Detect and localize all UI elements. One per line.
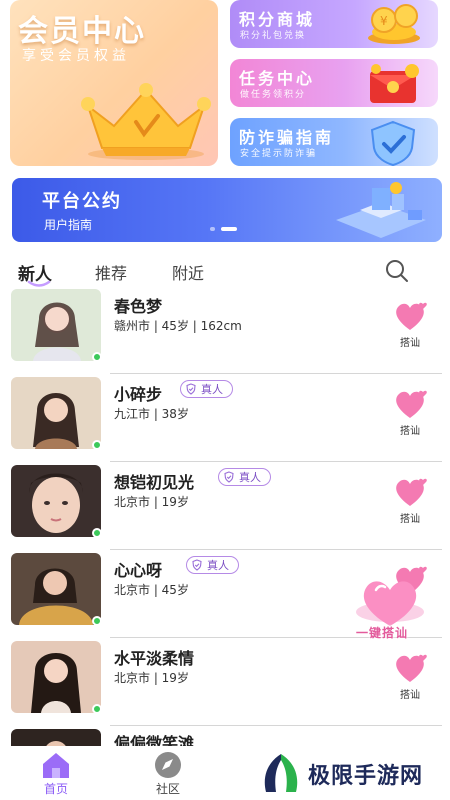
nav-community[interactable]: 社区 — [138, 748, 198, 798]
platform-illustration-icon — [336, 182, 426, 238]
task-center-subtitle: 做任务领积分 — [240, 90, 307, 100]
heart-icon — [396, 390, 427, 418]
task-center-title: 任务中心 — [239, 69, 316, 88]
user-list-item[interactable]: 春色梦 赣州市 | 45岁 | 162cm 搭讪 — [0, 286, 450, 374]
user-list-item[interactable]: 水平淡柔情 北京市 | 19岁 搭讪 — [0, 638, 450, 726]
user-avatar[interactable] — [11, 729, 101, 746]
verified-badge: 真人 — [218, 468, 271, 486]
shield-check-icon — [186, 383, 196, 395]
banner-pagination — [210, 227, 237, 231]
vip-center-title: 会员中心 — [18, 14, 146, 49]
shield-check-icon — [224, 471, 234, 483]
tab-recommended[interactable]: 推荐 — [95, 260, 127, 284]
heart-icon — [396, 478, 427, 506]
user-avatar[interactable] — [11, 377, 101, 449]
greet-button[interactable]: 搭讪 — [392, 298, 434, 349]
vip-center-card[interactable]: 会员中心 享受会员权益 — [10, 0, 218, 166]
banner-dot-active[interactable] — [221, 227, 237, 231]
user-info: 北京市 | 19岁 — [114, 671, 189, 685]
user-name: 小碎步 — [114, 385, 163, 404]
big-heart-icon — [356, 576, 424, 626]
user-info: 北京市 | 19岁 — [114, 495, 189, 509]
verified-badge: 真人 — [180, 380, 233, 398]
banner-subtitle: 用户指南 — [44, 218, 93, 232]
banner-dot[interactable] — [210, 227, 215, 231]
verified-badge-label: 真人 — [201, 383, 223, 396]
user-avatar[interactable] — [11, 553, 101, 625]
user-name: 心心呀 — [114, 561, 163, 580]
watermark-text: 极限手游网 — [308, 764, 424, 789]
shield-check-icon — [192, 559, 202, 571]
greet-button-label: 搭讪 — [400, 338, 420, 349]
greet-button-label: 搭讪 — [400, 690, 420, 701]
nav-home[interactable]: 首页 — [26, 748, 86, 798]
online-status-dot — [92, 528, 102, 538]
user-info: 赣州市 | 45岁 | 162cm — [114, 319, 242, 333]
quick-greet-button[interactable]: 一键搭讪 — [352, 572, 428, 642]
feed-tabs: 新人 推荐 附近 — [0, 258, 450, 287]
online-status-dot — [92, 440, 102, 450]
heart-icon — [396, 654, 427, 682]
points-mall-title: 积分商城 — [239, 10, 316, 29]
svg-text:¥: ¥ — [380, 14, 388, 28]
greet-button-label: 搭讪 — [400, 514, 420, 525]
tab-nearby[interactable]: 附近 — [172, 260, 204, 284]
greet-button[interactable]: 搭讪 — [392, 650, 434, 701]
user-name: 水平淡柔情 — [114, 649, 195, 668]
home-icon — [43, 753, 69, 778]
user-info: 九江市 | 38岁 — [114, 407, 189, 421]
verified-badge-label: 真人 — [239, 471, 261, 484]
online-status-dot — [92, 704, 102, 714]
banner-title: 平台公约 — [42, 191, 122, 212]
gold-coins-icon: ¥ — [368, 4, 420, 44]
online-status-dot — [92, 352, 102, 362]
red-envelope-icon — [370, 64, 419, 103]
greet-button[interactable]: 搭讪 — [392, 474, 434, 525]
search-icon[interactable] — [383, 258, 411, 284]
anti-fraud-guide-card[interactable]: 防诈骗指南 安全提示防诈骗 — [230, 118, 438, 166]
anti-fraud-guide-subtitle: 安全提示防诈骗 — [240, 149, 318, 159]
verified-badge: 真人 — [186, 556, 239, 574]
points-mall-card[interactable]: 积分商城 积分礼包兑换 ¥ — [230, 0, 438, 48]
verified-badge-label: 真人 — [207, 559, 229, 572]
anti-fraud-guide-title: 防诈骗指南 — [239, 128, 335, 147]
online-status-dot — [92, 616, 102, 626]
task-center-card[interactable]: 任务中心 做任务领积分 — [230, 59, 438, 107]
user-info: 北京市 | 45岁 — [114, 583, 189, 597]
user-name: 春色梦 — [114, 297, 163, 316]
points-mall-subtitle: 积分礼包兑换 — [240, 31, 307, 41]
nav-community-label: 社区 — [155, 782, 180, 796]
vip-center-subtitle: 享受会员权益 — [22, 48, 130, 64]
quick-greet-label: 一键搭讪 — [356, 626, 409, 640]
user-avatar[interactable] — [11, 289, 101, 361]
shield-check-icon — [370, 120, 416, 166]
heart-icon — [396, 302, 427, 330]
user-list-item[interactable]: 偏偏微笑滩 — [0, 726, 450, 746]
user-avatar[interactable] — [11, 641, 101, 713]
greet-button-label: 搭讪 — [400, 426, 420, 437]
watermark-logo-icon — [264, 754, 298, 792]
greet-button[interactable]: 搭讪 — [392, 386, 434, 437]
user-name: 偏偏微笑滩 — [114, 734, 195, 746]
compass-icon — [155, 752, 181, 778]
site-watermark: 极限手游网 — [258, 752, 448, 796]
nav-home-label: 首页 — [43, 782, 68, 796]
user-name: 想铠初见光 — [114, 473, 195, 492]
crown-icon — [81, 83, 211, 160]
platform-convention-banner[interactable]: 平台公约 用户指南 — [12, 178, 442, 242]
user-avatar[interactable] — [11, 465, 101, 537]
